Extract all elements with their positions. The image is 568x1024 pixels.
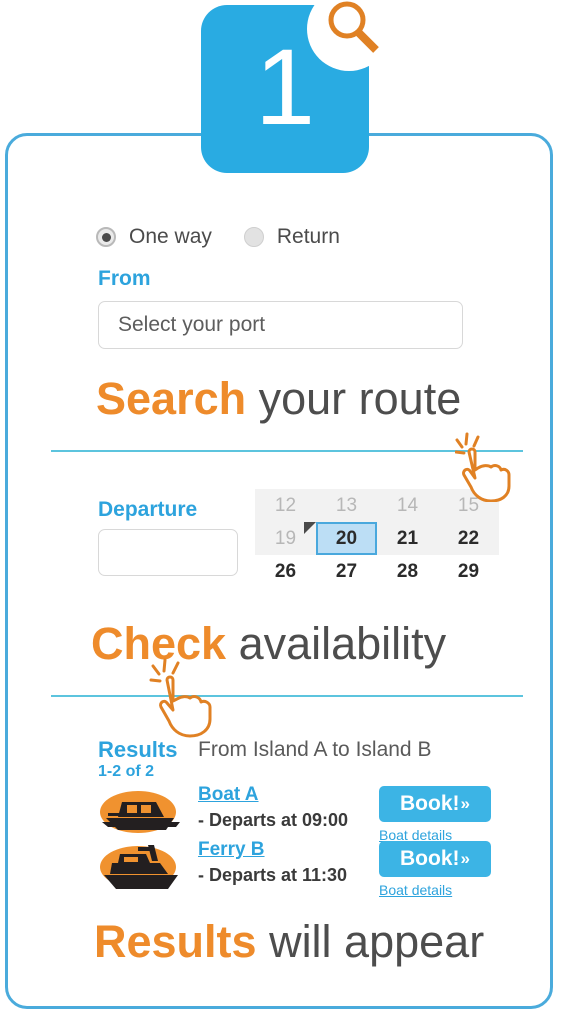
divider-2 — [51, 695, 523, 697]
headline-2-rest: availability — [226, 618, 447, 669]
from-label: From — [98, 267, 151, 290]
speedboat-icon — [100, 791, 180, 833]
results-title: Results — [98, 737, 178, 762]
headline-check-availability: Check availability — [91, 621, 446, 666]
boat-details-link[interactable]: Boat details — [379, 882, 452, 898]
pointing-hand-cursor-departure — [149, 658, 212, 738]
headline-3-rest: will appear — [256, 916, 485, 967]
table-row: Boat A - Departs at 09:00 Book!» Boat de… — [94, 784, 504, 843]
from-port-placeholder: Select your port — [118, 313, 266, 336]
calendar-day[interactable]: 27 — [316, 555, 377, 588]
calendar-day[interactable]: 12 — [255, 489, 316, 522]
calendar-day[interactable]: 26 — [255, 555, 316, 588]
headline-2-strong: Check — [91, 618, 227, 669]
departure-time-text: - Departs at 09:00 — [198, 810, 349, 830]
calendar-day-selected-label: 20 — [335, 527, 358, 549]
departure-time-text: - Departs at 11:30 — [198, 865, 348, 885]
book-button-label: Book! — [400, 847, 460, 870]
departure-label: Departure — [98, 498, 198, 521]
step-badge: 1 — [201, 0, 391, 173]
trip-type-radio-group: One way Return — [96, 225, 340, 249]
calendar-row: 19 20 21 22 — [255, 522, 499, 555]
divider-1 — [51, 450, 523, 452]
calendar-day[interactable]: 22 — [438, 522, 499, 555]
magnifier-icon — [328, 1, 379, 53]
step-card: One way Return From Select your port Sea… — [5, 133, 553, 1009]
calendar-day-selected[interactable]: 20 — [304, 522, 377, 555]
trip-type-option-return[interactable]: Return — [243, 225, 340, 249]
calendar-row: 12 13 14 15 — [255, 489, 499, 522]
from-port-input[interactable]: Select your port — [98, 301, 463, 349]
ferry-icon — [100, 845, 178, 889]
results-route: From Island A to Island B — [198, 738, 432, 761]
calendar-day[interactable]: 15 — [438, 489, 499, 522]
calendar-day[interactable]: 28 — [377, 555, 438, 588]
boat-name-link[interactable]: Ferry B — [198, 839, 265, 861]
result-info: Boat A - Departs at 09:00 — [198, 784, 348, 831]
calendar-row: 26 27 28 29 — [255, 555, 499, 588]
table-row: Ferry B - Departs at 11:30 Book!» Boat d… — [94, 839, 504, 898]
book-button-chevron: » — [460, 794, 470, 813]
radio-return[interactable] — [243, 227, 264, 247]
headline-1-rest: your route — [246, 373, 462, 424]
boat-name-link[interactable]: Boat A — [198, 784, 259, 806]
headline-results-will-appear: Results will appear — [94, 919, 484, 964]
results-header: Results 1-2 of 2 — [98, 738, 177, 781]
calendar-day[interactable]: 21 — [377, 522, 438, 555]
calendar-day[interactable]: 14 — [377, 489, 438, 522]
trip-type-option-one-way[interactable]: One way — [96, 225, 212, 249]
headline-search-your-route: Search your route — [96, 376, 461, 421]
headline-1-strong: Search — [96, 373, 247, 424]
headline-3-strong: Results — [94, 916, 257, 967]
radio-label-one-way: One way — [129, 225, 212, 248]
calendar-day[interactable]: 29 — [438, 555, 499, 588]
departure-calendar[interactable]: 12 13 14 15 19 20 21 22 26 27 28 29 — [255, 489, 499, 588]
calendar-day[interactable]: 13 — [316, 489, 377, 522]
book-button-chevron: » — [460, 849, 470, 868]
book-button-label: Book! — [400, 792, 460, 815]
results-count: 1-2 of 2 — [98, 763, 155, 781]
radio-one-way[interactable] — [96, 227, 116, 247]
departure-date-input[interactable] — [98, 529, 238, 576]
book-button[interactable]: Book!» — [379, 841, 491, 877]
calendar-corner-marker-icon — [304, 522, 316, 534]
radio-label-return: Return — [276, 225, 340, 248]
result-info: Ferry B - Departs at 11:30 — [198, 839, 347, 886]
book-button[interactable]: Book!» — [379, 786, 491, 822]
